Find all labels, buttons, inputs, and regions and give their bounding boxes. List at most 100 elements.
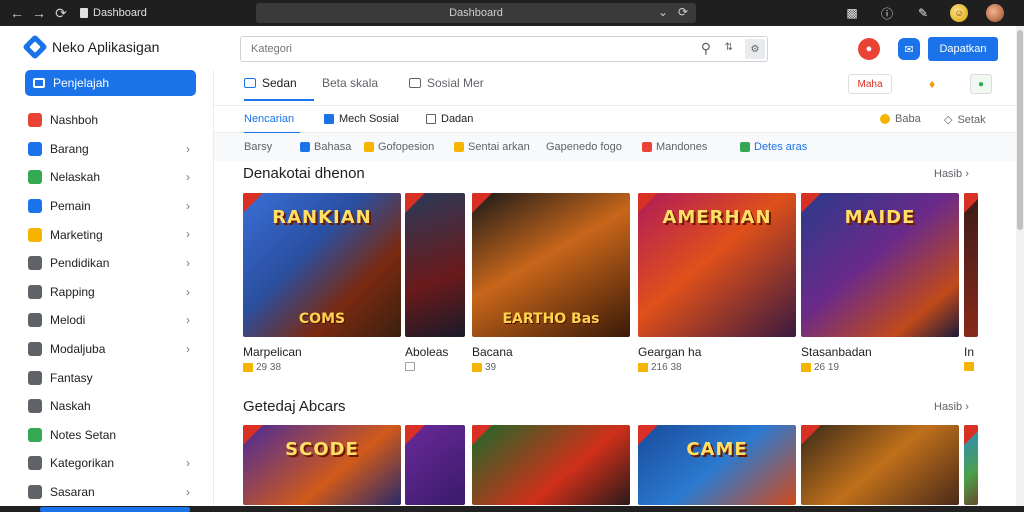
sidebar-item[interactable]: Rapping › (0, 278, 214, 307)
game-thumbnail[interactable]: SCODE (243, 425, 401, 505)
game-card[interactable]: RANKIAN COMS Marpelican 29 38 (243, 193, 401, 373)
browser-tab[interactable]: Dashboard (80, 7, 147, 19)
game-thumbnail[interactable]: MAIDE (801, 193, 959, 337)
sidebar-item[interactable]: Nelaskah › (0, 163, 214, 192)
sidebar-item[interactable]: Notes Setan (0, 421, 214, 450)
clock-icon (28, 485, 42, 500)
game-subtitle-text: EARTHO Bas (502, 311, 600, 327)
settings-icon[interactable]: ⚙ (745, 39, 765, 59)
edit-icon[interactable]: ✎ (914, 4, 932, 22)
sidebar-item[interactable]: Modaljuba › (0, 335, 214, 364)
game-thumbnail[interactable] (801, 425, 959, 505)
game-card[interactable] (801, 425, 959, 505)
game-thumbnail[interactable]: EARTHO Bas (472, 193, 630, 337)
refresh-icon[interactable]: ⟳ (678, 5, 688, 19)
scrollbar-thumb[interactable] (1017, 30, 1023, 230)
game-thumbnail[interactable]: RANKIAN COMS (243, 193, 401, 337)
back-icon[interactable]: ← (6, 2, 28, 24)
red-action-button[interactable]: Maha (848, 74, 892, 94)
game-card[interactable]: CAME (638, 425, 796, 505)
sidebar-item-label: Barang (50, 141, 89, 156)
user-avatar[interactable] (986, 4, 1004, 22)
scrollbar[interactable] (1016, 26, 1024, 512)
game-thumbnail[interactable]: CAME (638, 425, 796, 505)
address-bar[interactable]: Dashboard ⌄ ⟳ (256, 3, 696, 23)
sidebar-item[interactable]: Kategorikan › (0, 449, 214, 478)
game-title[interactable]: Aboleas (405, 345, 465, 359)
game-title[interactable]: Marpelican (243, 345, 401, 359)
chevron-down-icon[interactable]: ⌄ (658, 5, 668, 19)
sidebar-item[interactable]: Nashboh (0, 106, 214, 135)
game-thumbnail[interactable] (472, 425, 630, 505)
filter-icon[interactable]: ⇅ (725, 42, 733, 53)
see-more-link[interactable]: Hasib › (934, 168, 969, 180)
sidebar-item[interactable]: Marketing › (0, 220, 214, 249)
forward-icon[interactable]: → (28, 2, 50, 24)
sidebar-item[interactable]: Naskah (0, 392, 214, 421)
filter-chip[interactable]: Bahasa (300, 141, 351, 153)
taskbar-app[interactable] (40, 507, 190, 512)
game-title[interactable]: Stasanbadan (801, 345, 959, 359)
game-meta (405, 362, 465, 371)
game-thumbnail[interactable]: AMERHAN (638, 193, 796, 337)
sidebar-item[interactable]: Fantasy (0, 363, 214, 392)
filter-icon (454, 142, 464, 152)
settings-link[interactable]: ◇ Setak (944, 113, 986, 127)
game-card[interactable]: MAIDE Stasanbadan 26 19 (801, 193, 959, 373)
game-title[interactable]: Bacana (472, 345, 630, 359)
sidebar-item[interactable]: Sasaran › (0, 478, 214, 507)
game-thumbnail[interactable] (405, 425, 465, 505)
extension-icon[interactable]: ▩ (843, 4, 861, 22)
status-button[interactable]: ● (970, 74, 992, 94)
game-title[interactable]: In (964, 345, 978, 359)
filter-chip[interactable]: Barsy (244, 141, 272, 153)
coins-link[interactable]: Baba (880, 113, 921, 125)
game-logo-text: CAME (686, 439, 748, 460)
tab-primary-2[interactable]: Beta skala (322, 76, 378, 90)
game-card[interactable]: Aboleas (405, 193, 465, 371)
game-thumbnail[interactable] (405, 193, 465, 337)
tab-secondary-1[interactable]: Nencarian (244, 113, 294, 125)
filter-chip[interactable]: Mandones (642, 141, 707, 153)
sidebar-item[interactable]: Pemain › (0, 192, 214, 221)
warning-icon[interactable]: ♦ (920, 74, 944, 94)
game-card[interactable] (405, 425, 465, 505)
tab-secondary-2[interactable]: Mech Sosial (324, 113, 399, 125)
info-icon[interactable]: ⓘ (878, 4, 896, 22)
sidebar-item-active[interactable]: Penjelajah (25, 70, 196, 96)
notification-icon[interactable]: ● (858, 38, 880, 60)
filter-label: Detes aras (754, 141, 808, 153)
game-title[interactable]: Geargan ha (638, 345, 796, 359)
game-subtitle-text: COMS (298, 311, 346, 327)
search-box[interactable]: ⚲ ⇅ ⚙ (240, 36, 768, 62)
filter-chip[interactable]: Detes aras (740, 141, 807, 153)
game-card[interactable]: SCODE (243, 425, 401, 505)
filter-chip[interactable]: Sentai arkan (454, 141, 530, 153)
filter-chip[interactable]: Gapenedo fogo (546, 141, 622, 153)
tab-secondary-3[interactable]: Dadan (426, 113, 473, 125)
filter-chip[interactable]: Gofopesion (364, 141, 434, 153)
game-card[interactable] (472, 425, 630, 505)
app-header: Neko Aplikasigan ⚲ ⇅ ⚙ ● ✉ Dapatkan (0, 26, 1016, 70)
game-thumbnail[interactable] (964, 425, 978, 505)
search-input[interactable] (251, 41, 681, 57)
reload-icon[interactable]: ⟳ (50, 2, 72, 24)
tab-primary-1[interactable]: Sedan (244, 76, 297, 90)
sidebar-item[interactable]: Pendidikan › (0, 249, 214, 278)
primary-action-button[interactable]: Dapatkan (928, 37, 998, 61)
chat-icon[interactable]: ✉ (898, 38, 920, 60)
profile-avatar-icon[interactable]: ☺ (950, 4, 968, 22)
chevron-right-icon: › (186, 141, 190, 156)
search-icon[interactable]: ⚲ (701, 40, 711, 57)
tab-primary-3[interactable]: Sosial Mer (409, 76, 484, 90)
game-card[interactable] (964, 425, 978, 505)
game-thumbnail[interactable] (964, 193, 978, 337)
game-card[interactable]: In (964, 193, 978, 371)
sidebar-item[interactable]: Barang › (0, 135, 214, 164)
sidebar-item[interactable]: Melodi › (0, 306, 214, 335)
filter-label: Mandones (656, 141, 708, 153)
game-rating: 26 19 (814, 362, 840, 373)
see-more-link[interactable]: Hasib › (934, 401, 969, 413)
game-card[interactable]: EARTHO Bas Bacana 39 (472, 193, 630, 373)
game-card[interactable]: AMERHAN Geargan ha 216 38 (638, 193, 796, 373)
